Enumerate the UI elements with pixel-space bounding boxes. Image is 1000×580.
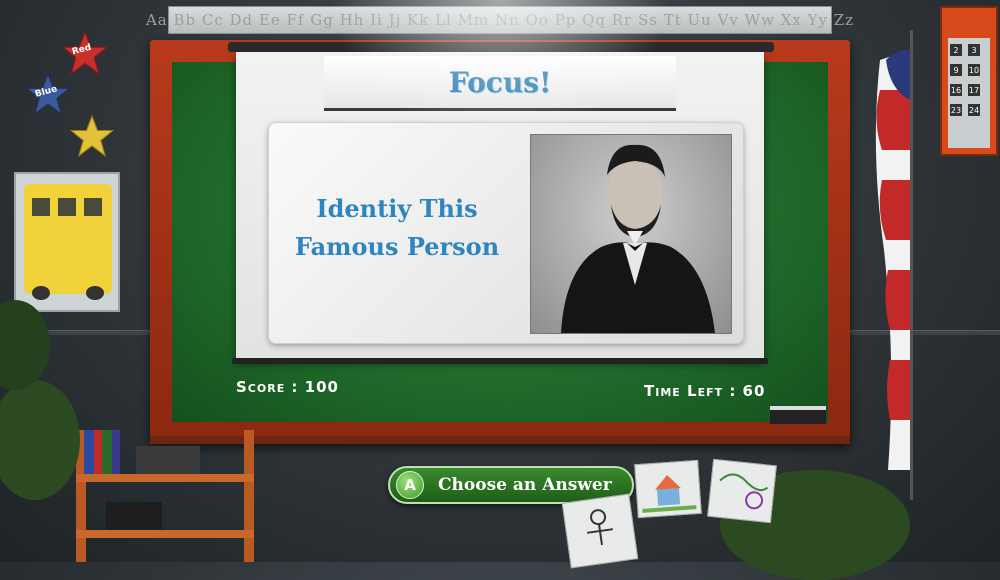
- bookshelf: [76, 430, 254, 562]
- blue-star-icon: Blue: [26, 72, 70, 116]
- prompt-line-1: Identiy This: [316, 194, 478, 223]
- school-bus-icon: [24, 184, 112, 300]
- time-left-display: Time Left : 60: [644, 382, 766, 400]
- title-banner: Focus!: [324, 56, 676, 111]
- calendar-day: 3: [968, 44, 980, 56]
- question-card: Identiy This Famous Person: [268, 122, 744, 344]
- calendar-day: 23: [950, 104, 962, 116]
- screen-roller-bar: [228, 42, 774, 52]
- american-flag-icon: [875, 30, 913, 500]
- choose-answer-label: Choose an Answer: [438, 475, 612, 495]
- screen-bottom-bar: [232, 358, 768, 364]
- eraser-icon: [770, 406, 826, 424]
- alphabet-strip: Aa Bb Cc Dd Ee Ff Gg Hh Ii Jj Kk Ll Mm N…: [146, 6, 853, 34]
- calendar-day: 2: [950, 44, 962, 56]
- gold-star-icon: [70, 114, 114, 158]
- wall-calendar: 2 3 9 10 16 17 23 24: [940, 6, 998, 156]
- calendar-day: 9: [950, 64, 962, 76]
- calendar-day: 16: [950, 84, 962, 96]
- plant-left-icon: [0, 380, 80, 500]
- projector-screen: Focus! Identiy This Famous Person: [236, 52, 764, 360]
- score-display: Score : 100: [236, 378, 339, 396]
- portrait-photo: [530, 134, 732, 334]
- child-drawing-house: [634, 459, 702, 519]
- school-bus-poster: [14, 172, 120, 312]
- a-button-icon: A: [396, 471, 424, 499]
- red-star-icon: Red: [62, 30, 108, 76]
- child-drawing-figure: [561, 493, 639, 569]
- game-title: Focus!: [448, 65, 552, 99]
- calendar-day: 24: [968, 104, 980, 116]
- plant-left-top-icon: [0, 300, 50, 390]
- calendar-day: 10: [968, 64, 980, 76]
- prompt-line-2: Famous Person: [294, 232, 500, 261]
- question-prompt: Identiy This Famous Person: [284, 168, 510, 288]
- child-drawing-sketch: [707, 458, 777, 524]
- calendar-day: 17: [968, 84, 980, 96]
